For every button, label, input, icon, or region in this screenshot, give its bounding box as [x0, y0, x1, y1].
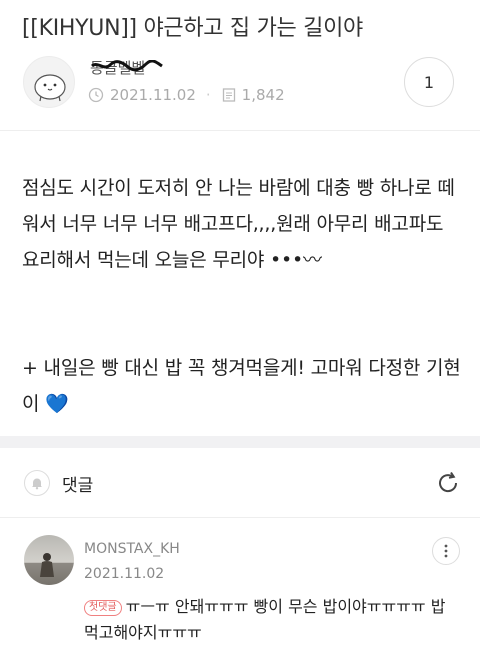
author-avatar[interactable]	[23, 56, 75, 108]
comment-text: ㅠㅡㅠ 안돼ㅠㅠㅠ 빵이 무슨 밥이야ㅠㅠㅠㅠ 밥먹고해야지ㅠㅠㅠ	[84, 597, 446, 642]
meta-separator: ·	[205, 86, 211, 104]
body-paragraph: + 내일은 빵 대신 밥 꼭 챙겨먹을게! 고마워 다정한 기현이 💙	[22, 357, 461, 415]
first-comment-badge: 첫댓글	[84, 600, 122, 616]
comment-avatar[interactable]	[24, 535, 74, 585]
redaction-scribble	[91, 60, 163, 72]
comment-more-button[interactable]	[432, 537, 460, 565]
clock-icon	[88, 87, 104, 103]
bell-icon	[32, 478, 42, 490]
person-silhouette	[40, 553, 54, 577]
comments-label: 댓글	[62, 476, 94, 496]
post-body: 점심도 시간이 도저히 안 나는 바람에 대충 빵 하나로 떼워서 너무 너무 …	[22, 170, 462, 422]
view-count: 1,842	[241, 86, 285, 104]
comments-header: 댓글	[0, 448, 480, 518]
document-icon	[222, 88, 235, 102]
refresh-icon[interactable]	[434, 469, 462, 497]
post-title: [[KIHYUN]] 야근하고 집 가는 길이야	[22, 16, 363, 41]
divider	[0, 130, 480, 131]
post-date: 2021.11.02	[110, 86, 196, 104]
comment-author[interactable]: MONSTAX_KH	[84, 541, 180, 557]
comment-date: 2021.11.02	[84, 566, 165, 582]
notification-toggle[interactable]	[24, 470, 50, 496]
comment-count-button[interactable]: 1	[404, 57, 454, 107]
section-divider	[0, 436, 480, 448]
post-meta: 2021.11.02 · 1,842	[88, 86, 285, 104]
blob-character-icon	[34, 74, 66, 102]
more-vertical-icon	[444, 544, 448, 558]
body-paragraph: 점심도 시간이 도저히 안 나는 바람에 대충 빵 하나로 떼워서 너무 너무 …	[22, 177, 455, 271]
comment-body: 첫댓글 ㅠㅡㅠ 안돼ㅠㅠㅠ 빵이 무슨 밥이야ㅠㅠㅠㅠ 밥먹고해야지ㅠㅠㅠ	[84, 594, 454, 646]
